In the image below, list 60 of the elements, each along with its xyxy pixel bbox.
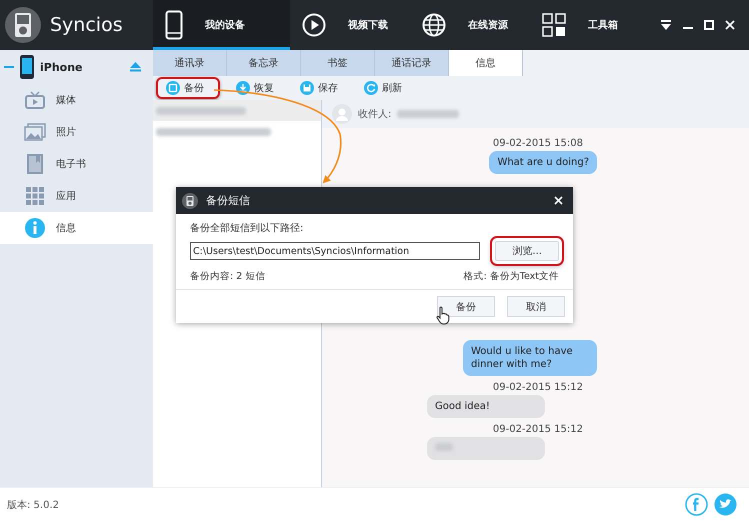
version-label: 版本: 5.0.2: [7, 498, 59, 512]
bird-icon[interactable]: [714, 493, 737, 516]
play-icon: [302, 13, 326, 37]
toolbar-button[interactable]: 恢复: [226, 77, 284, 99]
sidebar-item[interactable]: 应用: [0, 180, 153, 212]
message-time: 09-02-2015 15:12: [492, 382, 583, 393]
music-player-icon: [182, 192, 198, 208]
toolbar-button[interactable]: 刷新: [354, 77, 412, 99]
sidebar-item[interactable]: 照片: [0, 116, 153, 148]
save-icon: [300, 81, 314, 95]
dialog-button[interactable]: 备份: [437, 296, 495, 317]
nav-tab[interactable]: 视频下载: [290, 0, 410, 50]
path-field[interactable]: C:\Users\test\Documents\Syncios\Information: [190, 242, 480, 260]
format-text: 格式: 备份为Text文件: [464, 270, 559, 283]
avatar-icon: [332, 104, 352, 124]
nav-tab[interactable]: 在线资源: [410, 0, 530, 50]
book-icon: [27, 154, 43, 174]
dialog-title: 备份短信: [206, 193, 250, 208]
sidebar-item[interactable]: 信息: [0, 212, 153, 244]
eject-icon[interactable]: [130, 62, 141, 72]
grid-icon: [542, 13, 566, 37]
info-icon: [25, 218, 45, 238]
message-bubble: Good idea!: [427, 395, 545, 418]
message-time: 09-02-2015 15:08: [492, 138, 583, 149]
nav-tab[interactable]: 工具箱: [530, 0, 650, 50]
nav-tab[interactable]: 我的设备: [153, 0, 290, 50]
backup-icon: [166, 81, 180, 95]
backup-content-text: 备份内容: 2 短信: [190, 270, 266, 283]
refresh-icon: [364, 81, 378, 95]
tab[interactable]: 通话记录: [375, 50, 449, 76]
prompt-text: 备份全部短信到以下路径:: [190, 222, 304, 235]
toolbar-button[interactable]: 保存: [290, 77, 348, 99]
tab[interactable]: 通讯录: [153, 50, 227, 76]
phone-icon: [165, 10, 183, 40]
phone-icon: [20, 55, 34, 79]
recipient-label: 收件人:: [358, 108, 392, 121]
globe-icon: [422, 13, 446, 37]
f-logo-icon[interactable]: [685, 493, 708, 516]
tab[interactable]: 信息: [449, 50, 523, 76]
music-player-icon: [4, 6, 42, 44]
sidebar-item[interactable]: 媒体: [0, 84, 153, 116]
close-icon[interactable]: [554, 196, 563, 205]
dialog-button[interactable]: 取消: [507, 296, 565, 317]
app-name: Syncios: [50, 14, 123, 36]
sidebar-item[interactable]: 电子书: [0, 148, 153, 180]
download-icon: [236, 81, 250, 95]
maximize-icon[interactable]: [704, 20, 714, 30]
photo-icon: [24, 123, 46, 141]
tab[interactable]: 备忘录: [227, 50, 301, 76]
tv-icon: [25, 91, 45, 109]
contact-row[interactable]: [153, 100, 321, 121]
tab[interactable]: 书签: [301, 50, 375, 76]
close-icon[interactable]: [725, 20, 735, 30]
dropdown-icon[interactable]: [660, 20, 672, 30]
message-time: 09-02-2015 15:12: [492, 424, 583, 435]
apps-grid-icon: [26, 187, 44, 205]
redacted-text: [397, 110, 460, 118]
message-bubble: Would u like to have dinner with me?: [463, 340, 597, 376]
message-bubble: What are u doing?: [489, 151, 597, 174]
device-name[interactable]: iPhone: [40, 60, 83, 74]
